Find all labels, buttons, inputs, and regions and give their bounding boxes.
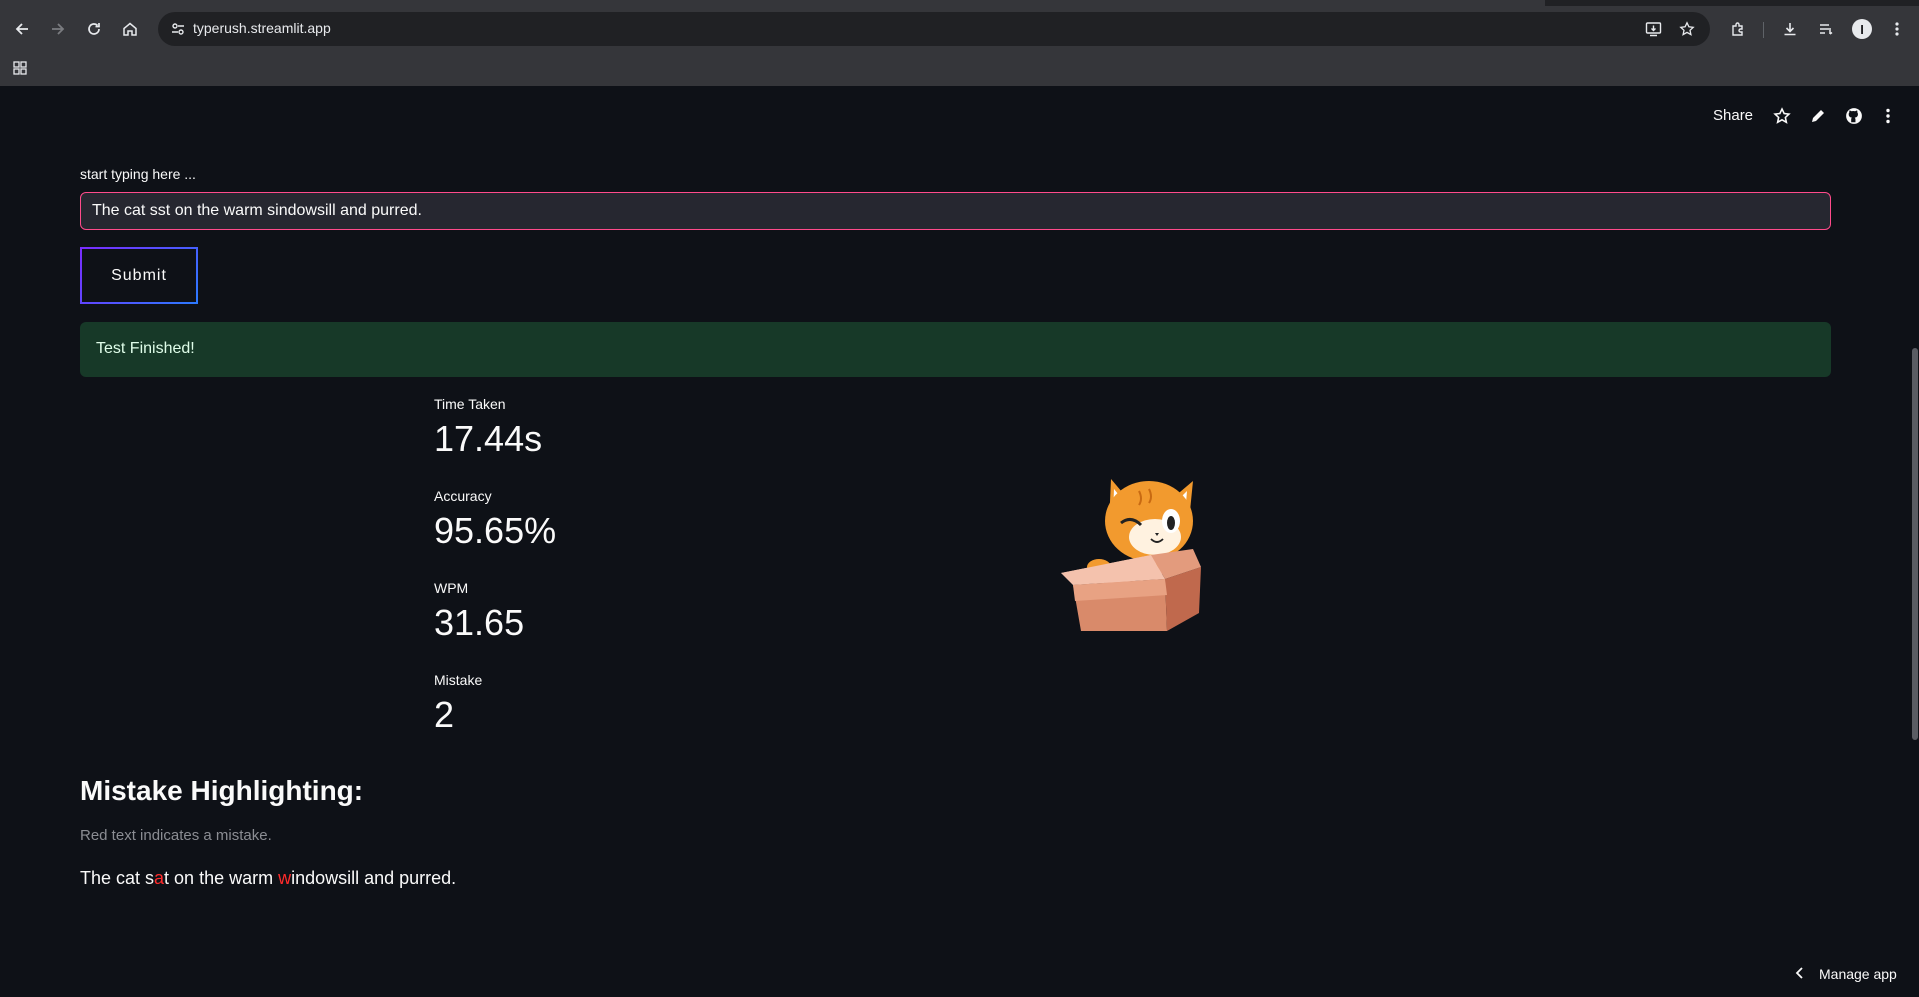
puzzle-icon[interactable] (1723, 14, 1753, 44)
metric-wpm: WPM 31.65 (434, 580, 524, 644)
github-icon[interactable] (1842, 104, 1866, 128)
apps-grid-icon[interactable] (5, 53, 35, 83)
star-icon[interactable] (1677, 19, 1697, 39)
reload-icon[interactable] (79, 14, 109, 44)
submit-button[interactable]: Submit (80, 247, 198, 304)
download-icon[interactable] (1775, 14, 1805, 44)
metric-mistake: Mistake 2 (434, 672, 482, 736)
metric-value: 2 (434, 694, 455, 735)
kebab-menu-icon[interactable] (1882, 14, 1912, 44)
typing-input[interactable] (80, 192, 1831, 230)
status-message: Test Finished! (96, 340, 195, 357)
metric-time-taken: Time Taken 17.44s (434, 396, 542, 460)
mistake-caption: Red text indicates a mistake. (80, 827, 272, 844)
browser-toolbar: typerush.streamlit.app I (0, 8, 1919, 50)
site-settings-icon[interactable] (168, 19, 188, 39)
chevron-left-icon (1795, 966, 1805, 982)
kebab-menu-icon[interactable] (1876, 104, 1900, 128)
arrow-left-icon[interactable] (7, 14, 37, 44)
star-icon[interactable] (1770, 104, 1794, 128)
edit-icon[interactable] (1806, 104, 1830, 128)
media-queue-icon[interactable] (1811, 14, 1841, 44)
tab-strip (0, 0, 1919, 6)
input-label: start typing here ... (80, 166, 196, 182)
mistake-highlighting-title: Mistake Highlighting: (80, 775, 364, 806)
sentence-segment: t on the warm (164, 868, 279, 888)
bookmarks-bar (0, 50, 1919, 86)
home-icon[interactable] (115, 14, 145, 44)
sentence-segment: indowsill and purred. (291, 868, 457, 888)
metric-label: WPM (434, 580, 469, 596)
highlighted-sentence: The cat sat on the warm windowsill and p… (80, 868, 456, 889)
metric-label: Time Taken (434, 396, 506, 412)
app-header (0, 86, 1919, 150)
arrow-right-icon[interactable] (43, 14, 73, 44)
metric-value: 95.65% (434, 510, 557, 551)
toolbar-divider (1763, 22, 1764, 38)
error-character: w (278, 868, 292, 888)
metric-label: Accuracy (434, 488, 492, 504)
active-tab[interactable] (0, 0, 1545, 6)
metric-value: 31.65 (434, 602, 525, 643)
status-alert: Test Finished! (80, 322, 1831, 377)
address-bar[interactable]: typerush.streamlit.app (158, 12, 1710, 46)
manage-app-label: Manage app (1819, 966, 1897, 982)
url-text[interactable]: typerush.streamlit.app (193, 20, 331, 36)
metric-accuracy: Accuracy 95.65% (434, 488, 556, 552)
manage-app-button[interactable]: Manage app (1795, 966, 1897, 982)
profile-initial: I (1852, 19, 1872, 39)
browser-chrome: typerush.streamlit.app I (0, 0, 1919, 86)
install-app-icon[interactable] (1643, 19, 1663, 39)
error-character: a (154, 868, 165, 888)
metric-label: Mistake (434, 672, 483, 688)
metric-value: 17.44s (434, 418, 543, 459)
profile-avatar[interactable]: I (1847, 14, 1877, 44)
scrollbar-thumb[interactable] (1912, 348, 1918, 740)
share-button[interactable]: Share (1713, 107, 1753, 124)
sentence-segment: The cat s (80, 868, 155, 888)
cat-in-box-illustration (1055, 455, 1205, 635)
